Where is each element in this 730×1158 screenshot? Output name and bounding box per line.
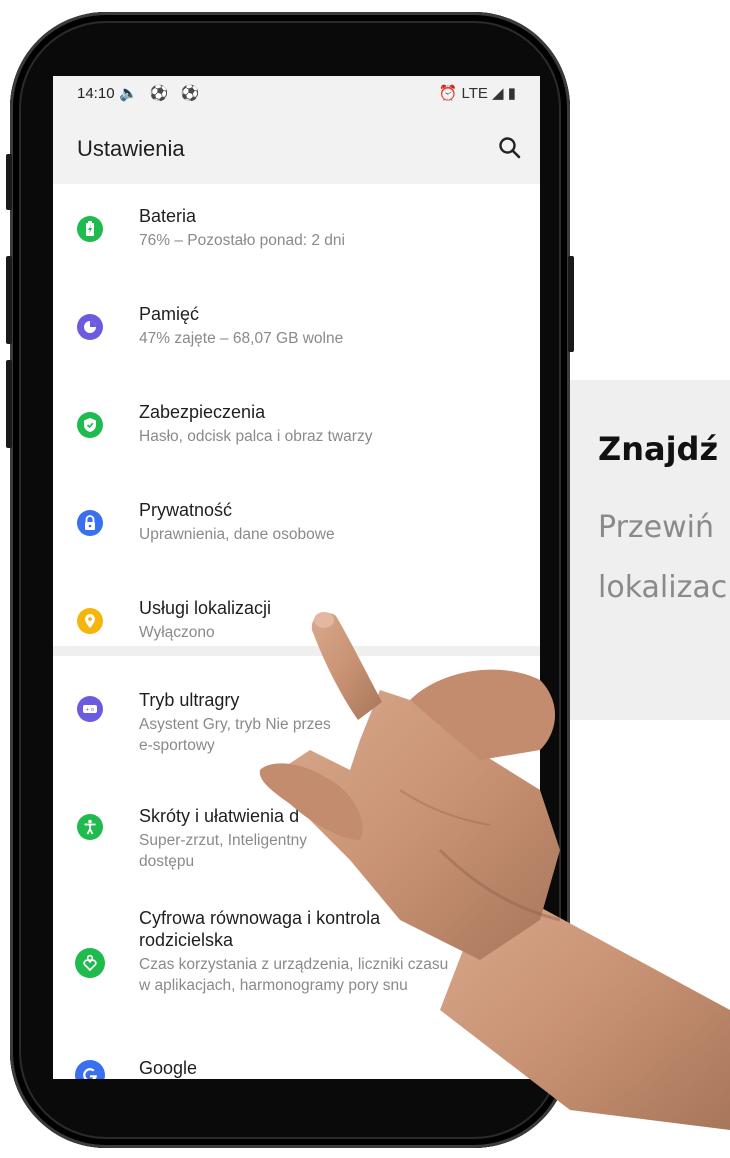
item-subtitle: Hasło, odcisk palca i obraz twarzy — [139, 428, 373, 445]
accessibility-icon — [77, 814, 103, 840]
instruction-line-2: lokalizac — [598, 570, 728, 605]
page-title: Ustawienia — [77, 136, 185, 161]
settings-item-privacy[interactable]: Prywatność Uprawnienia, dane osobowe — [53, 478, 540, 570]
item-subtitle-line-1: Super-zrzut, Inteligentny — [139, 832, 308, 849]
instruction-line-1: Przewiń — [598, 510, 714, 545]
volume-down-button — [6, 360, 12, 448]
instruction-title: Znajdź — [598, 430, 719, 468]
google-icon — [75, 1060, 105, 1079]
shield-icon — [77, 412, 103, 438]
battery-icon — [77, 216, 103, 242]
lock-icon — [77, 510, 103, 536]
app-bar: Ustawienia — [53, 112, 540, 184]
item-subtitle: 47% zajęte – 68,07 GB wolne — [139, 330, 344, 347]
volume-up-button — [6, 256, 12, 344]
item-title: Tryb ultragry — [139, 690, 240, 710]
item-title: Zabezpieczenia — [139, 402, 266, 422]
search-icon — [499, 137, 521, 159]
settings-item-google[interactable]: Google — [53, 1038, 540, 1079]
storage-icon — [77, 314, 103, 340]
item-subtitle-line-1: Czas korzystania z urządzenia, liczniki … — [139, 956, 449, 973]
item-title: Skróty i ułatwienia d — [139, 806, 300, 826]
instruction-text: Przewiń lokalizac — [598, 498, 727, 618]
settings-item-game-mode[interactable]: + o Tryb ultragry Asystent Gry, tryb Nie… — [53, 662, 540, 772]
item-subtitle-line-2: w aplikacjach, harmonogramy pory snu — [139, 977, 408, 994]
status-bar: 14:10 🔈 ⚽ ⚽ ⏰ LTE ◢ ▮ — [53, 76, 540, 112]
settings-item-security[interactable]: Zabezpieczenia Hasło, odcisk palca i obr… — [53, 380, 540, 472]
item-title-line-2: rodzicielska — [139, 930, 234, 950]
item-title: Usługi lokalizacji — [139, 598, 272, 618]
item-title: Bateria — [139, 206, 197, 226]
item-subtitle: 76% – Pozostało ponad: 2 dni — [139, 232, 345, 249]
settings-item-battery[interactable]: Bateria 76% – Pozostało ponad: 2 dni — [53, 184, 540, 276]
item-title: Prywatność — [139, 500, 233, 520]
power-button — [568, 256, 574, 352]
item-subtitle: Uprawnienia, dane osobowe — [139, 526, 335, 543]
status-notification-icons: 🔈 ⚽ ⚽ — [119, 85, 204, 102]
search-button[interactable] — [496, 134, 524, 162]
location-icon — [77, 608, 103, 634]
settings-item-accessibility[interactable]: Skróty i ułatwienia d Super-zrzut, Intel… — [53, 776, 540, 886]
svg-text:+ o: + o — [85, 707, 94, 713]
phone-frame: 14:10 🔈 ⚽ ⚽ ⏰ LTE ◢ ▮ Ustawienia Bateria… — [6, 12, 574, 1148]
item-subtitle-line-2: dostępu — [139, 853, 195, 870]
item-title: Google — [139, 1058, 198, 1078]
section-divider — [53, 646, 540, 656]
item-title-line-1: Cyfrowa równowaga i kontrola — [139, 908, 381, 928]
phone-side-button — [6, 154, 12, 210]
phone-screen: 14:10 🔈 ⚽ ⚽ ⏰ LTE ◢ ▮ Ustawienia Bateria… — [53, 76, 540, 1079]
settings-item-digital-wellbeing[interactable]: Cyfrowa równowaga i kontrola rodzicielsk… — [53, 892, 540, 1032]
item-subtitle-line-2: e-sportowy — [139, 737, 215, 754]
item-subtitle-line-1: Asystent Gry, tryb Nie przes — [139, 716, 331, 733]
settings-item-storage[interactable]: Pamięć 47% zajęte – 68,07 GB wolne — [53, 282, 540, 374]
item-subtitle: Wyłączono — [139, 624, 215, 641]
item-title: Pamięć — [139, 304, 200, 324]
instruction-card: Znajdź Przewiń lokalizac — [566, 380, 730, 720]
status-time: 14:10 — [77, 85, 115, 102]
game-icon: + o — [77, 696, 103, 722]
status-system-icons: ⏰ LTE ◢ ▮ — [438, 85, 516, 102]
wellbeing-icon — [75, 948, 105, 978]
